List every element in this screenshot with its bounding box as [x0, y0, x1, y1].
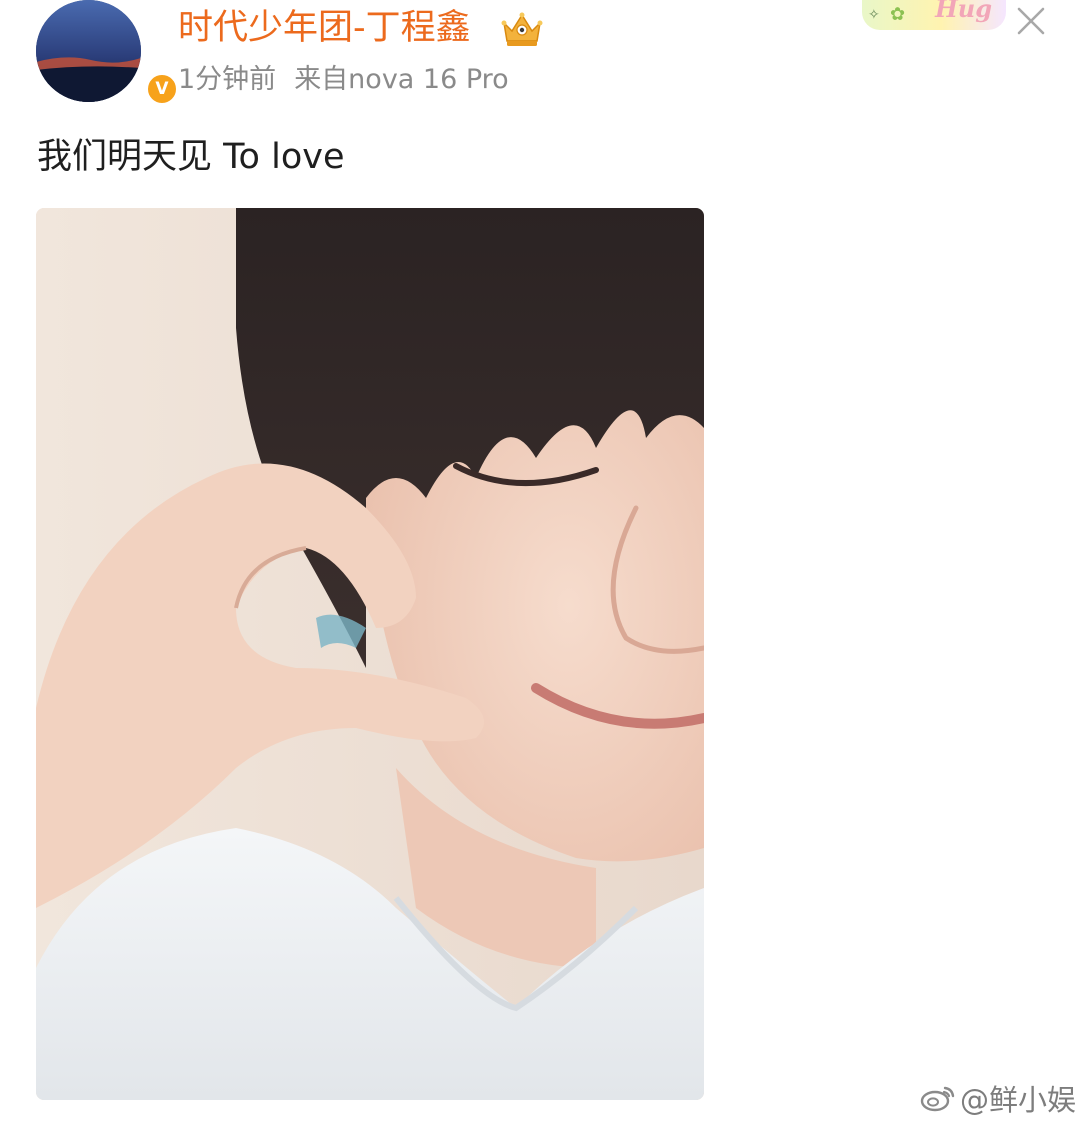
verified-badge-icon: V — [145, 72, 179, 106]
post-source[interactable]: 来自nova 16 Pro — [294, 64, 509, 95]
close-icon[interactable] — [1014, 4, 1048, 38]
crown-icon — [501, 12, 543, 46]
flower-icon: ✿ — [890, 4, 906, 24]
post-photo[interactable] — [36, 208, 704, 1100]
avatar[interactable]: V — [36, 0, 179, 106]
watermark: @鲜小娱 — [920, 1078, 1076, 1118]
author-name[interactable]: 时代少年团-丁程鑫 — [178, 6, 471, 50]
sticker-text: Hug — [935, 0, 992, 23]
card-sticker: ✧ ✿ Hug — [862, 0, 1006, 30]
post-meta: 1分钟前 来自nova 16 Pro — [178, 60, 509, 100]
post-text: 我们明天见 To love — [37, 137, 345, 177]
post-time: 1分钟前 — [178, 64, 277, 95]
weibo-logo-icon — [920, 1086, 955, 1112]
sparkle-icon: ✧ — [868, 6, 880, 22]
photo-illustration — [36, 208, 704, 1100]
avatar-image — [36, 0, 141, 102]
watermark-handle: @鲜小娱 — [960, 1083, 1077, 1117]
